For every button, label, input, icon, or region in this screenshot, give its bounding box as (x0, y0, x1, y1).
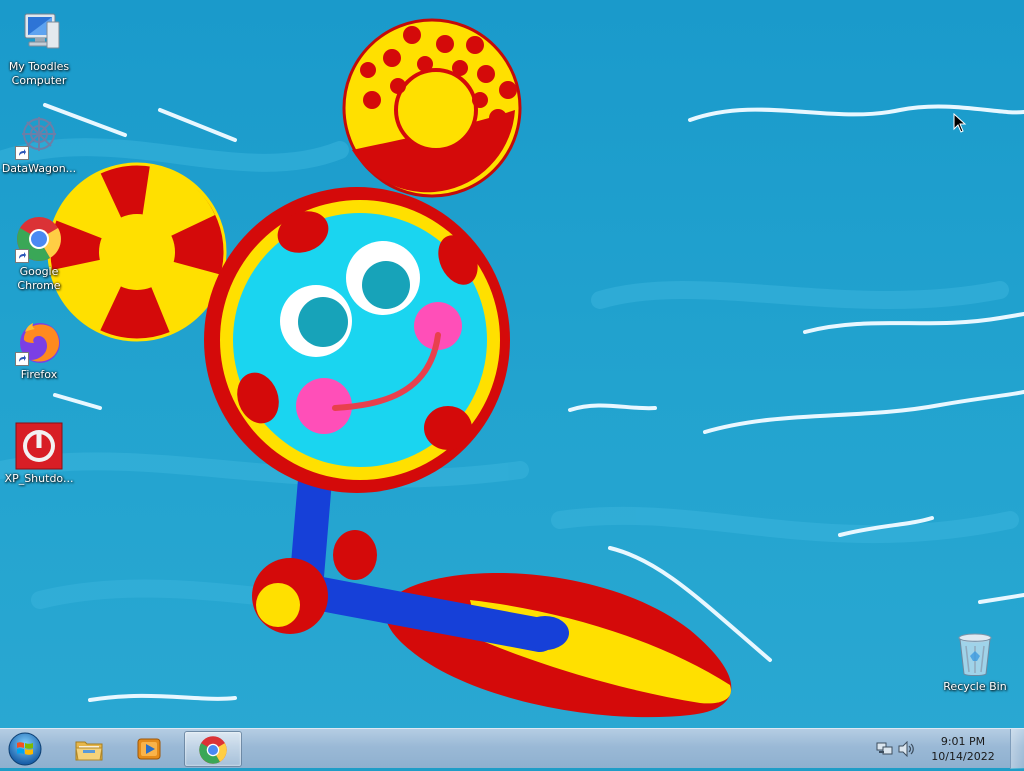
media-player-icon (134, 734, 164, 764)
desktop-icon-label: My Toodles Computer (8, 60, 70, 87)
computer-icon (15, 10, 63, 58)
shortcut-arrow-icon (15, 249, 29, 263)
desktop-wallpaper (0, 0, 1024, 768)
desktop-icon-label: DataWagon... (1, 162, 77, 175)
network-icon[interactable] (876, 741, 894, 757)
show-desktop-button[interactable] (1010, 729, 1024, 769)
desktop-icon-firefox[interactable]: Firefox (1, 318, 77, 382)
taskbar-google-chrome[interactable] (184, 731, 242, 767)
start-button[interactable] (4, 731, 46, 767)
shortcut-arrow-icon (15, 352, 29, 366)
volume-icon[interactable] (898, 740, 916, 758)
recycle-bin-icon (951, 630, 999, 678)
desktop-icon-label: Google Chrome (17, 265, 61, 292)
taskbar-clock[interactable]: 9:01 PM 10/14/2022 (924, 734, 1002, 764)
chrome-icon (198, 735, 228, 765)
folder-icon (74, 734, 104, 764)
firefox-icon (15, 318, 63, 366)
desktop-icon-my-computer[interactable]: My Toodles Computer (1, 10, 77, 88)
desktop-icon-label: Firefox (20, 368, 58, 381)
chrome-icon (15, 215, 63, 263)
windows-logo-icon (8, 732, 42, 766)
desktop-icon-datawagon[interactable]: DataWagon... (1, 112, 77, 176)
desktop-icon-label: Recycle Bin (943, 680, 1007, 693)
clock-time: 9:01 PM (940, 735, 986, 748)
taskbar-media-player[interactable] (122, 731, 176, 767)
mouse-cursor-icon (953, 112, 967, 137)
shortcut-arrow-icon (15, 146, 29, 160)
datawagon-icon (15, 112, 63, 160)
desktop-icon-google-chrome[interactable]: Google Chrome (1, 215, 77, 293)
power-icon (15, 422, 63, 470)
clock-date: 10/14/2022 (931, 750, 995, 763)
taskbar-file-explorer[interactable] (62, 731, 116, 767)
desktop-icon-label: XP_Shutdo... (4, 472, 74, 485)
desktop-icon-recycle-bin[interactable]: Recycle Bin (937, 630, 1013, 694)
desktop-icon-xp-shutdown[interactable]: XP_Shutdo... (1, 422, 77, 486)
taskbar: 9:01 PM 10/14/2022 (0, 728, 1024, 769)
system-tray: 9:01 PM 10/14/2022 (868, 729, 1008, 769)
